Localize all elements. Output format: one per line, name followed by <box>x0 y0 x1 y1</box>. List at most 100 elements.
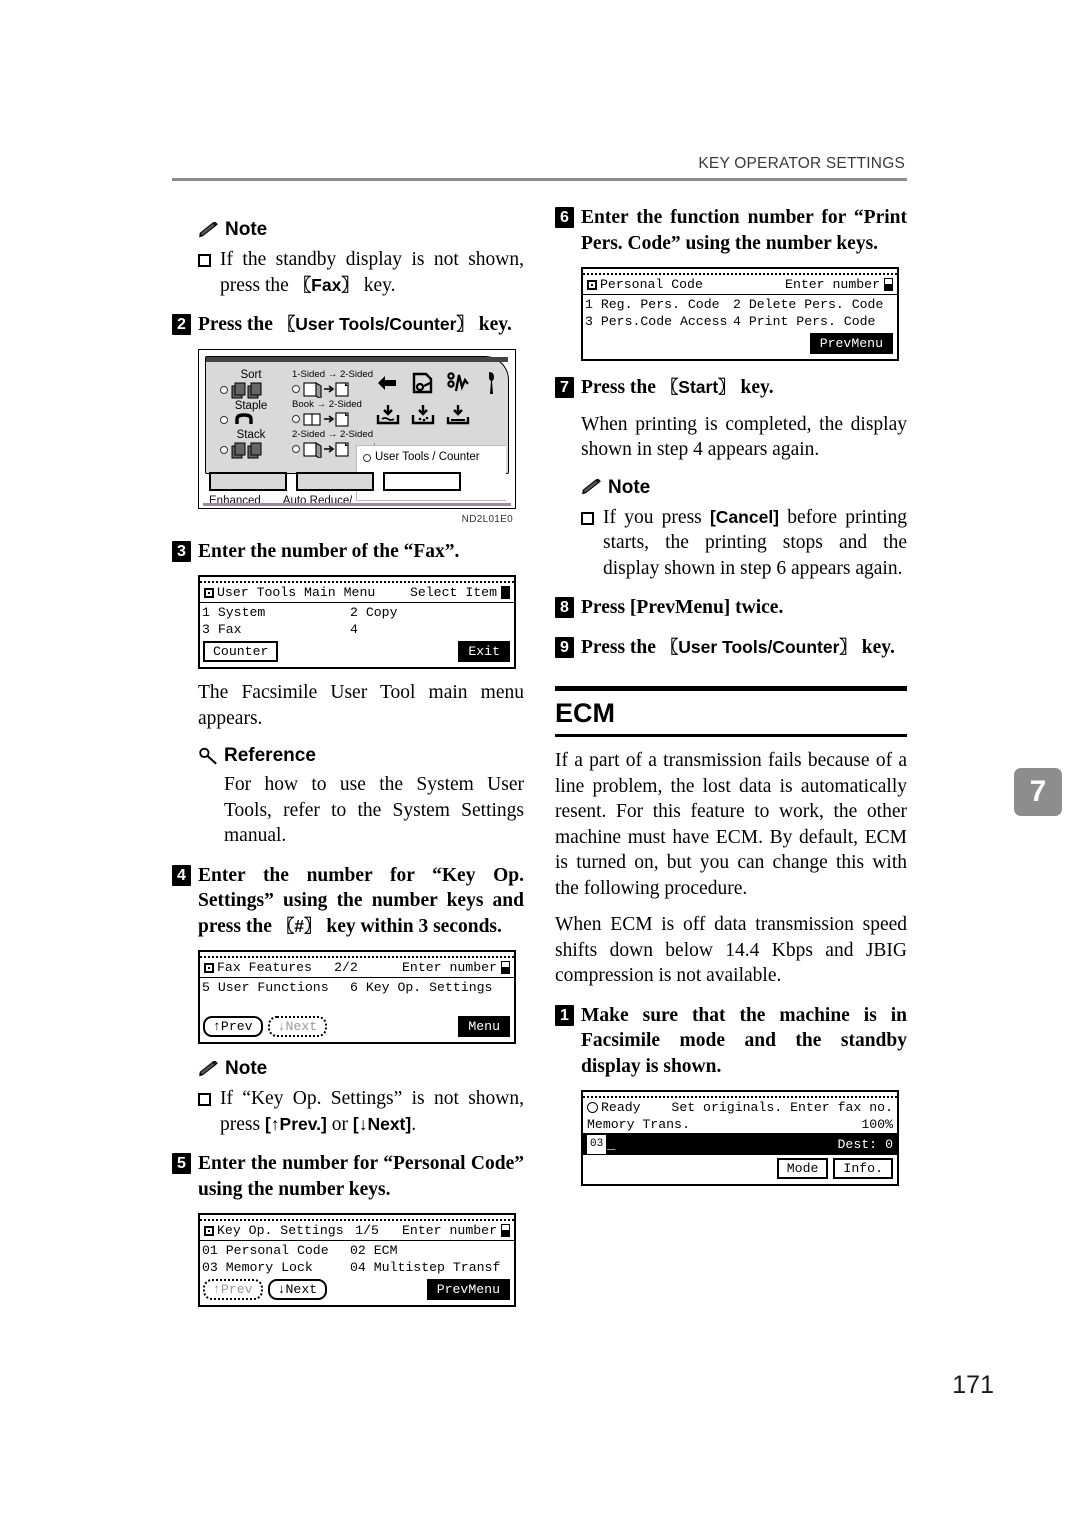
lcd-scrollbar[interactable] <box>884 278 893 291</box>
next-key-label: [↓Next] <box>352 1113 412 1134</box>
lcd-title: Personal Code <box>600 277 703 292</box>
step-number: 3 <box>172 540 191 562</box>
lcd-titlebar: Fax Features 2/2 Enter number <box>200 956 514 978</box>
enhanced-key[interactable] <box>209 471 287 491</box>
lcd-item[interactable]: 2 Copy <box>350 604 510 621</box>
entry-line[interactable]: 03 _ Dest: 0 <box>583 1134 897 1155</box>
lcd-page-indicator: 1/5 <box>355 1223 379 1238</box>
lcd-item[interactable]: 02 ECM <box>350 1242 510 1259</box>
lcd-scrollbar[interactable] <box>500 1224 510 1237</box>
lcd-status-bar: Ready Set originals. Enter fax no. <box>583 1096 897 1116</box>
lcd-page-indicator: 2/2 <box>334 960 358 975</box>
add-toner-icon <box>411 404 435 424</box>
note-text: If “Key Op. Settings” is not shown, pres… <box>220 1088 524 1135</box>
lcd-row-empty <box>202 996 510 1013</box>
ready-label: Ready <box>601 1100 641 1115</box>
step-number: 6 <box>555 207 574 228</box>
lcd-item[interactable]: 1 System <box>202 604 350 621</box>
lcd-item[interactable]: 01 Personal Code <box>202 1242 350 1259</box>
info-button[interactable]: Info. <box>833 1158 893 1179</box>
cursor-icon: _ <box>607 1137 616 1152</box>
manual-page: KEY OPERATOR SETTINGS 7 Note If the stan… <box>0 0 1080 1528</box>
prevmenu-button[interactable]: PrevMenu <box>809 333 893 354</box>
stack-option[interactable] <box>220 442 282 459</box>
line-badge: 03 <box>587 1135 607 1154</box>
lcd-item[interactable]: 4 <box>350 621 510 638</box>
lcd-row[interactable]: 5 User Functions 6 Key Op. Settings <box>202 979 510 996</box>
note-bullet-icon <box>581 511 594 525</box>
lcd-button-bar: Mode Info. <box>583 1155 897 1179</box>
two-sided-to-two-sided-label: 2-Sided → 2-Sided <box>292 428 374 440</box>
user-tools-counter-key[interactable] <box>383 471 461 491</box>
lcd-item[interactable]: 03 Memory Lock <box>202 1259 350 1276</box>
lcd-scrollbar[interactable] <box>501 586 510 599</box>
hash-key-label: 〖#〗 <box>276 915 322 936</box>
transmission-mode-row: Memory Trans. 100% <box>583 1116 897 1134</box>
lcd-titlebar: User Tools Main Menu Select Item <box>200 581 514 603</box>
staple-option[interactable] <box>220 412 282 428</box>
mode-button[interactable]: Mode <box>776 1158 829 1179</box>
lcd-scrollbar[interactable] <box>500 961 510 974</box>
section-title: ECM <box>555 698 615 728</box>
note-item: If you press [Cancel] before printing st… <box>581 505 907 582</box>
sort-option[interactable] <box>220 382 282 399</box>
lcd-item[interactable]: 3 Pers.Code Access <box>585 313 733 330</box>
stack-label: Stack <box>236 428 266 441</box>
lcd-item[interactable]: 04 Multistep Transf <box>350 1259 510 1276</box>
lcd-button-bar: ↑Prev ↓Next PrevMenu <box>200 1276 514 1300</box>
prev-button[interactable]: ↑Prev <box>203 1279 263 1300</box>
pencil-icon <box>198 1060 219 1078</box>
sort-label: Sort <box>240 368 262 381</box>
lcd-rows: 1 Reg. Pers. Code 2 Delete Pers. Code 3 … <box>583 295 897 330</box>
load-paper-icon <box>376 404 400 424</box>
step-a: 1 Make sure that the machine is in Facsi… <box>555 1003 907 1080</box>
header-rule <box>172 178 907 181</box>
lcd-title: Key Op. Settings <box>217 1223 344 1238</box>
lcd-row[interactable]: 1 System 2 Copy <box>202 604 510 621</box>
lcd-item[interactable]: 2 Delete Pers. Code <box>733 296 893 313</box>
step-number: 7 <box>555 377 574 398</box>
sort-icon <box>231 382 262 398</box>
lcd-item[interactable]: 1 Reg. Pers. Code <box>585 296 733 313</box>
lcd-row[interactable]: 03 Memory Lock 04 Multistep Transf <box>202 1259 510 1276</box>
running-header: KEY OPERATOR SETTINGS <box>172 155 907 181</box>
exit-button[interactable]: Exit <box>458 641 510 662</box>
cancel-key-label: [Cancel] <box>709 506 780 527</box>
lcd-item[interactable]: 4 Print Pers. Code <box>733 313 893 330</box>
next-button[interactable]: ↓Next <box>267 1016 328 1037</box>
menu-button[interactable]: Menu <box>458 1016 510 1037</box>
lcd-row[interactable]: 01 Personal Code 02 ECM <box>202 1242 510 1259</box>
memory-trans-label: Memory Trans. <box>587 1117 690 1132</box>
lcd-item[interactable]: 3 Fax <box>202 621 350 638</box>
panel-baseline <box>203 502 511 506</box>
lcd-row[interactable]: 3 Pers.Code Access 4 Print Pers. Code <box>585 313 893 330</box>
one-sided-to-two-sided-option[interactable] <box>292 381 370 398</box>
lcd-row[interactable]: 3 Fax 4 <box>202 621 510 638</box>
prevmenu-button[interactable]: PrevMenu <box>426 1279 510 1300</box>
prev-button[interactable]: ↑Prev <box>203 1016 263 1037</box>
book-to-two-sided-label: Book → 2-Sided <box>292 398 362 410</box>
lcd-selection-square-icon <box>204 1225 214 1236</box>
sort-led-icon <box>220 386 228 394</box>
note-heading-3: Note <box>581 477 907 499</box>
auto-reduce-key[interactable] <box>296 471 374 491</box>
wrench-icon <box>489 371 494 394</box>
control-panel-illustration: Sort Staple Stack 1-Sided → 2-Sided Book… <box>198 348 516 525</box>
lcd-hint: Enter number <box>402 960 497 975</box>
lcd-button-bar: PrevMenu <box>583 330 897 354</box>
step-5: 5 Enter the number for “Personal Code” u… <box>172 1151 524 1202</box>
page-number: 171 <box>952 1371 994 1399</box>
next-button[interactable]: ↓Next <box>267 1279 328 1300</box>
counter-button[interactable]: Counter <box>203 641 279 662</box>
lcd-selection-square-icon <box>204 587 214 598</box>
lcd-row[interactable]: 1 Reg. Pers. Code 2 Delete Pers. Code <box>585 296 893 313</box>
ecm-paragraph-2: When ECM is off data transmission speed … <box>555 914 907 986</box>
note-text: If the standby display is not shown, pre… <box>220 249 524 296</box>
stack-led-icon <box>220 446 228 454</box>
lcd-item[interactable]: 5 User Functions <box>202 979 350 996</box>
stack-icon <box>231 442 262 458</box>
note-label: Note <box>608 476 651 498</box>
panel-bottom-labels: Enhanced Auto Reduce/ <box>209 495 352 509</box>
lcd-item[interactable]: 6 Key Op. Settings <box>350 979 510 996</box>
book-to-two-sided-option[interactable] <box>292 411 370 428</box>
